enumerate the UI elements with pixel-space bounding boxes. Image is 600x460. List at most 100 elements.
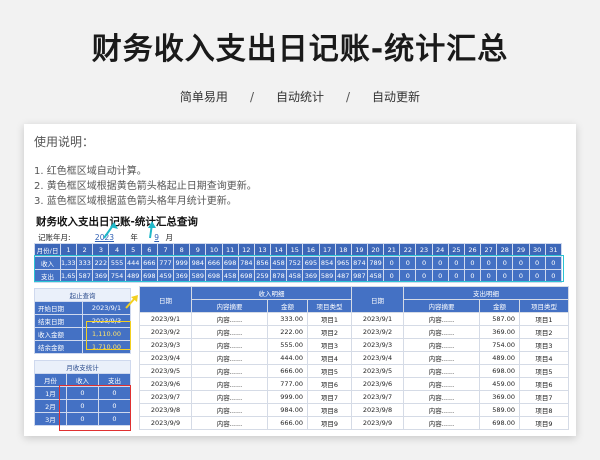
type-cell: 项目2 (519, 325, 569, 339)
date-cell: 2023/9/1 (351, 312, 404, 326)
type-cell: 项目3 (519, 338, 569, 352)
summary-cell: 内容...... (191, 416, 268, 430)
date-cell: 2023/9/5 (139, 364, 192, 378)
date-cell: 2023/9/8 (351, 403, 404, 417)
summary-cell: 内容...... (191, 364, 268, 378)
date-cell: 2023/9/9 (139, 416, 192, 430)
date-cell: 2023/9/7 (139, 390, 192, 404)
monthly-header: 月收支统计 (34, 360, 131, 374)
amount-cell: 984.00 (267, 403, 308, 417)
income-expense-detail-table: 日期 收入明细 日期 支出明细 内容摘要 金额 项目类型 内容摘要 金额 项目类… (139, 286, 569, 430)
subtitle: 简单易用 / 自动统计 / 自动更新 (0, 88, 600, 105)
date-cell: 2023/9/4 (351, 351, 404, 365)
blue-frame-area (34, 255, 564, 282)
date-cell: 2023/9/7 (351, 390, 404, 404)
amount-cell: 999.00 (267, 390, 308, 404)
summary-cell: 内容...... (403, 403, 480, 417)
amount-cell: 222.00 (267, 325, 308, 339)
income-detail-header: 收入明细 (191, 286, 352, 300)
amount-cell: 589.00 (479, 403, 520, 417)
summary-cell: 内容...... (403, 364, 480, 378)
column-header: 金额 (267, 299, 308, 313)
type-cell: 项目4 (519, 351, 569, 365)
spreadsheet-card: 使用说明： 1. 红色框区域自动计算。 2. 黄色框区域根据黄色箭头格起止日期查… (24, 124, 576, 436)
type-cell: 项目8 (519, 403, 569, 417)
date-cell: 2023/9/6 (139, 377, 192, 391)
amount-cell: 666.00 (267, 416, 308, 430)
amount-cell: 777.00 (267, 377, 308, 391)
date-cell: 2023/9/1 (139, 312, 192, 326)
type-cell: 项目9 (519, 416, 569, 430)
type-cell: 项目9 (307, 416, 352, 430)
query-label: 结余金额 (34, 340, 83, 354)
subtitle-item: 自动统计 (275, 90, 324, 104)
subtitle-separator: / (249, 90, 254, 104)
summary-cell: 内容...... (191, 325, 268, 339)
type-cell: 项目8 (307, 403, 352, 417)
amount-cell: 666.00 (267, 364, 308, 378)
date-cell: 2023/9/2 (351, 325, 404, 339)
column-header: 金额 (479, 299, 520, 313)
date-cell: 2023/9/9 (351, 416, 404, 430)
date-cell: 2023/9/6 (351, 377, 404, 391)
table-row: 2023/9/5 内容...... 666.00 项目5 2023/9/5 内容.....… (139, 364, 569, 378)
subtitle-item: 简单易用 (179, 90, 228, 104)
query-label: 收入金额 (34, 327, 83, 341)
query-header: 起止查询 (34, 288, 131, 302)
column-header: 项目类型 (519, 299, 569, 313)
summary-cell: 内容...... (403, 377, 480, 391)
date-cell: 2023/9/5 (351, 364, 404, 378)
amount-cell: 555.00 (267, 338, 308, 352)
column-header: 内容摘要 (403, 299, 480, 313)
yellow-arrow-icon (125, 295, 138, 309)
type-cell: 项目4 (307, 351, 352, 365)
usage-title: 使用说明： (34, 135, 95, 149)
amount-cell: 698.00 (479, 364, 520, 378)
usage-line: 2. 黄色框区域根据黄色箭头格起止日期查询更新。 (34, 181, 257, 192)
date-cell: 2023/9/8 (139, 403, 192, 417)
date-cell: 2023/9/4 (139, 351, 192, 365)
expense-detail-header: 支出明细 (403, 286, 569, 300)
table-row: 2023/9/3 内容...... 555.00 项目3 2023/9/3 内容.....… (139, 338, 569, 352)
amount-cell: 369.00 (479, 390, 520, 404)
table-row: 2023/9/8 内容...... 984.00 项目8 2023/9/8 内容.....… (139, 403, 569, 417)
summary-cell: 内容...... (403, 416, 480, 430)
yellow-frame-area (86, 321, 131, 350)
query-label: 开始日期 (34, 301, 83, 315)
column-header: 内容摘要 (191, 299, 268, 313)
summary-cell: 内容...... (403, 338, 480, 352)
type-cell: 项目6 (519, 377, 569, 391)
column-header: 项目类型 (307, 299, 352, 313)
type-cell: 项目2 (307, 325, 352, 339)
table-row: 2023/9/9 内容...... 666.00 项目9 2023/9/9 内容.....… (139, 416, 569, 430)
amount-cell: 333.00 (267, 312, 308, 326)
subtitle-item: 自动更新 (372, 90, 421, 104)
red-frame-area (59, 385, 131, 431)
table-row: 2023/9/6 内容...... 777.00 项目6 2023/9/6 内容.....… (139, 377, 569, 391)
summary-cell: 内容...... (403, 390, 480, 404)
query-label: 结束日期 (34, 314, 83, 328)
amount-cell: 489.00 (479, 351, 520, 365)
month-unit: 月 (165, 233, 173, 242)
table-row: 2023/9/1 内容...... 333.00 项目1 2023/9/1 内容.....… (139, 312, 569, 326)
summary-cell: 内容...... (191, 338, 268, 352)
summary-cell: 内容...... (403, 325, 480, 339)
type-cell: 项目5 (519, 364, 569, 378)
subtitle-separator: / (346, 90, 351, 104)
table-row: 2023/9/7 内容...... 999.00 项目7 2023/9/7 内容.....… (139, 390, 569, 404)
blue-arrow-icon (103, 221, 156, 239)
summary-cell: 内容...... (191, 351, 268, 365)
date-cell: 2023/9/3 (351, 338, 404, 352)
summary-cell: 内容...... (191, 377, 268, 391)
date-header: 日期 (351, 286, 404, 313)
summary-cell: 内容...... (191, 403, 268, 417)
type-cell: 项目1 (519, 312, 569, 326)
table-row: 2023/9/2 内容...... 222.00 项目2 2023/9/2 内容.....… (139, 325, 569, 339)
date-cell: 2023/9/3 (139, 338, 192, 352)
amount-cell: 754.00 (479, 338, 520, 352)
usage-line: 1. 红色框区域自动计算。 (34, 166, 147, 177)
amount-cell: 587.00 (479, 312, 520, 326)
type-cell: 项目6 (307, 377, 352, 391)
summary-cell: 内容...... (191, 390, 268, 404)
type-cell: 项目7 (307, 390, 352, 404)
